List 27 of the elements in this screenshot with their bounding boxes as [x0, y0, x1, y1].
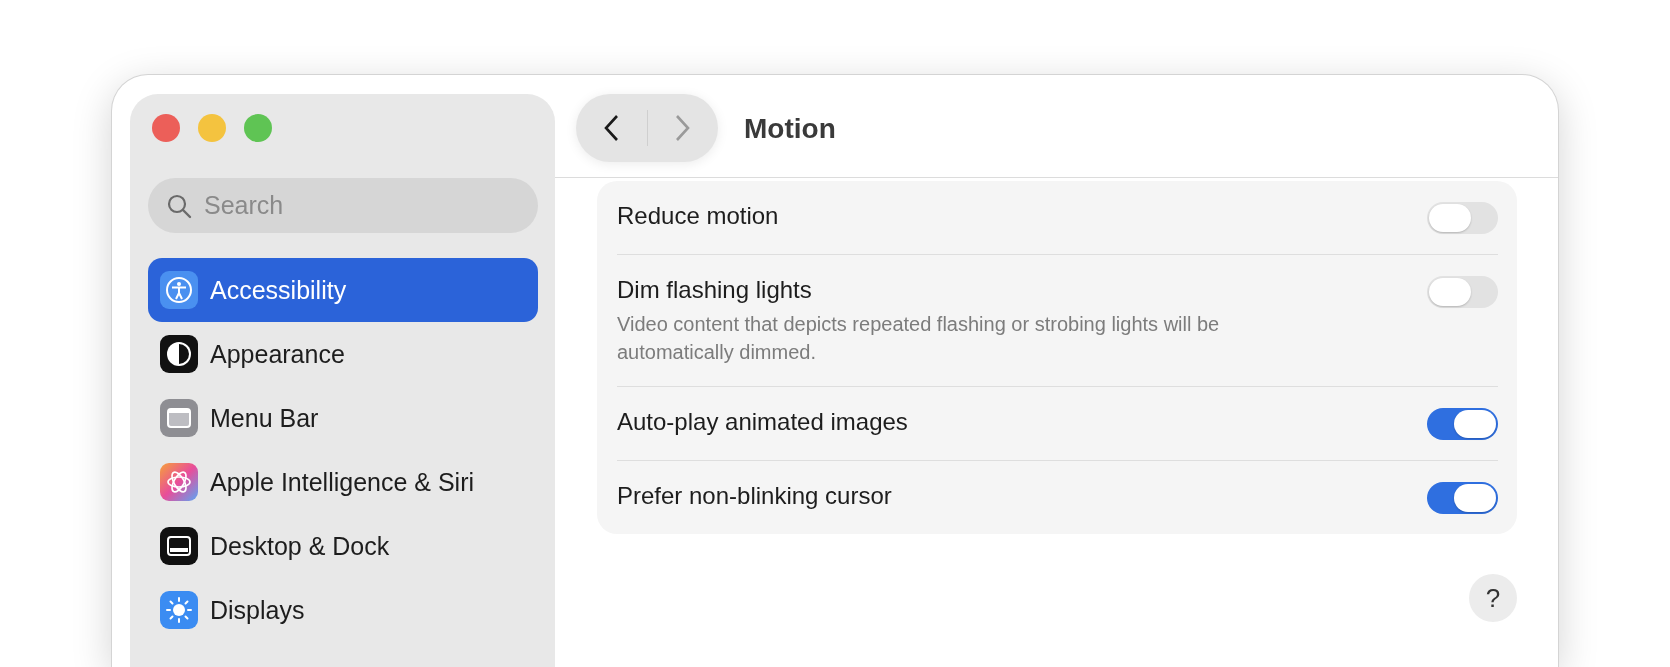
sidebar-item[interactable]: Menu Bar	[148, 386, 538, 450]
toggle-switch[interactable]	[1427, 482, 1498, 514]
dock-icon	[160, 527, 198, 565]
page-title: Motion	[744, 113, 836, 145]
setting-label: Auto-play animated images	[617, 408, 908, 436]
sidebar-item[interactable]: Apple Intelligence & Siri	[148, 450, 538, 514]
sidebar-item[interactable]: Accessibility	[148, 258, 538, 322]
zoom-button[interactable]	[244, 114, 272, 142]
search-field[interactable]: Search	[148, 178, 538, 233]
sidebar-item[interactable]: Appearance	[148, 322, 538, 386]
help-button[interactable]: ?	[1469, 574, 1517, 622]
menu-bar-icon	[160, 399, 198, 437]
toggle-switch[interactable]	[1427, 276, 1498, 308]
accessibility-icon	[160, 271, 198, 309]
setting-label: Dim flashing lights	[617, 276, 813, 304]
setting-label: Prefer non-blinking cursor	[617, 482, 892, 510]
appearance-icon	[160, 335, 198, 373]
sun-icon	[160, 591, 198, 629]
sidebar-item[interactable]: Desktop & Dock	[148, 514, 538, 578]
minimize-button[interactable]	[198, 114, 226, 142]
close-button[interactable]	[152, 114, 180, 142]
setting-description: Video content that depicts repeated flashing or strobing lights will be automatically dimmed.	[617, 312, 1221, 365]
toggle-switch[interactable]	[1427, 408, 1498, 440]
sparkle-flower-icon	[160, 463, 198, 501]
sidebar-item[interactable]: Displays	[148, 578, 538, 642]
toggle-switch[interactable]	[1427, 202, 1498, 234]
setting-label: Reduce motion	[617, 202, 779, 230]
